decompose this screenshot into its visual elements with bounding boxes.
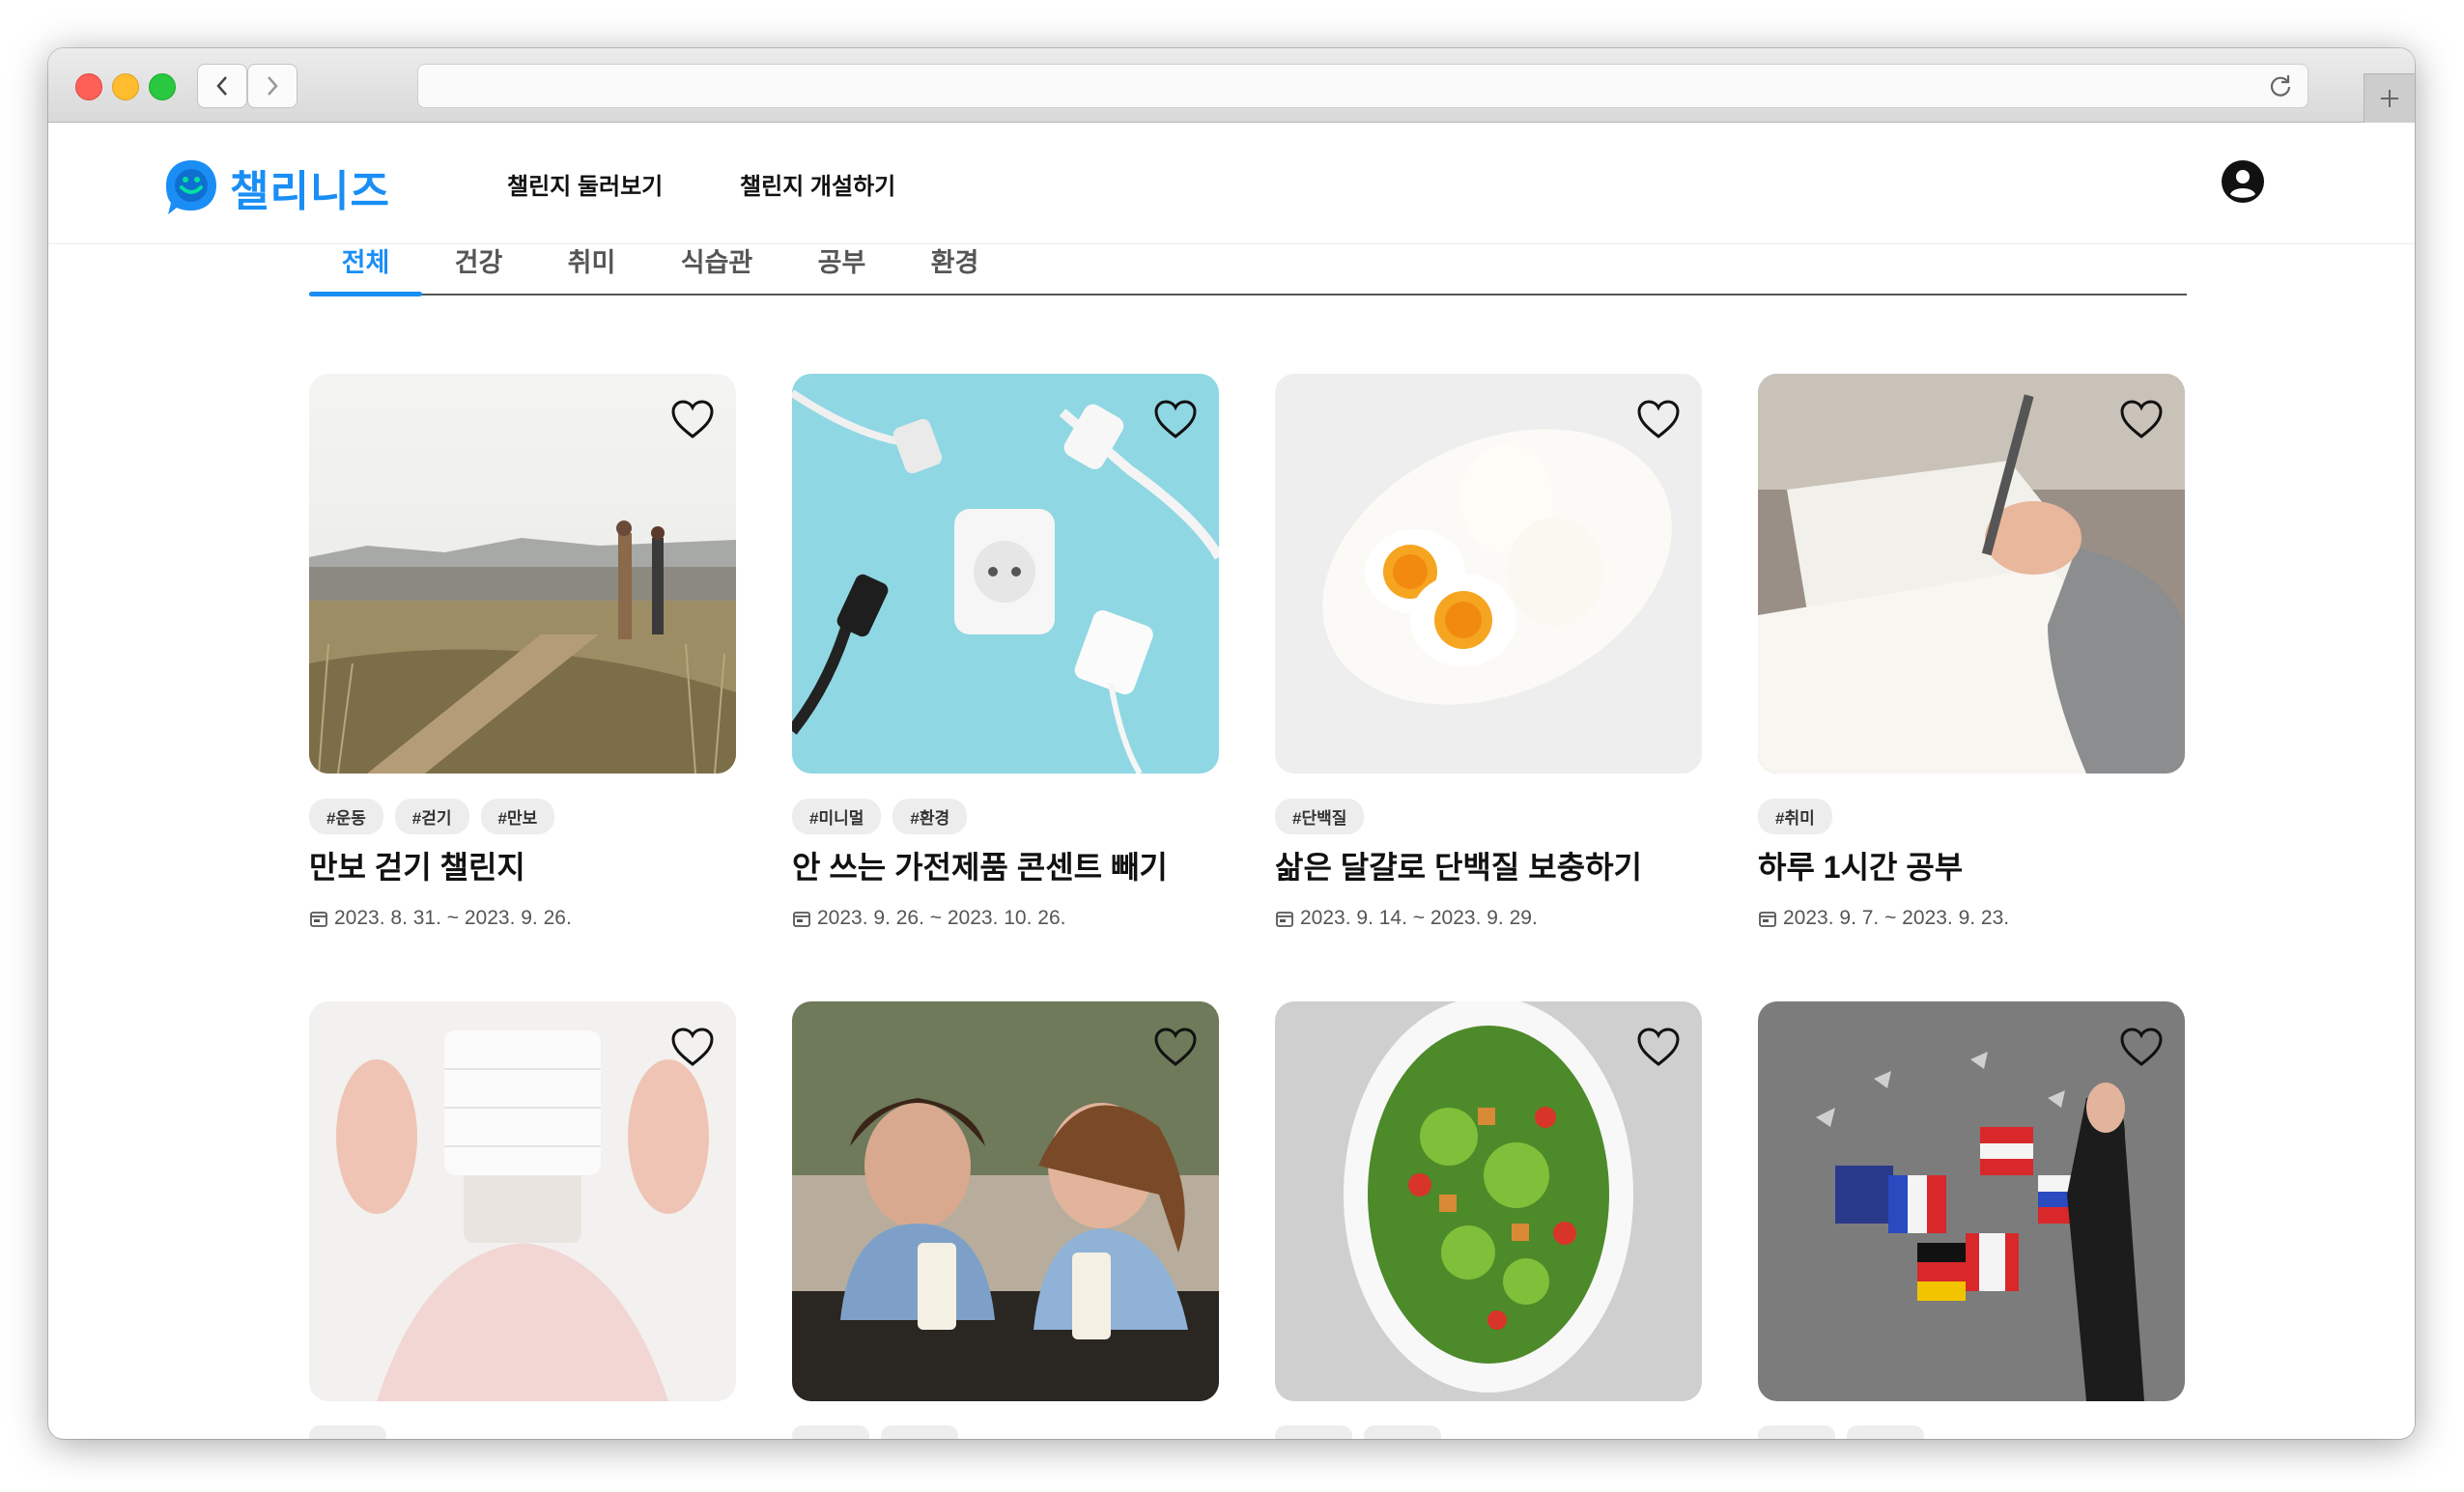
nav-create-challenge[interactable]: 챌린지 개설하기 (740, 167, 895, 201)
chevron-right-icon (268, 76, 278, 96)
heart-icon[interactable] (1153, 1027, 1198, 1067)
tag[interactable]: #미니멀 (792, 799, 882, 834)
date-range: 2023. 9. 14. ~ 2023. 9. 29. (1300, 907, 1538, 929)
new-tab-button[interactable] (2364, 73, 2415, 123)
challenge-card[interactable]: #운동 #걷기 #만보 만보 걷기 챌린지 2023. 8. 31. ~ 202… (309, 374, 736, 929)
user-avatar-icon (2222, 160, 2264, 203)
challenge-period: 2023. 9. 7. ~ 2023. 9. 23. (1758, 907, 2009, 930)
challenge-thumbnail-mask[interactable] (309, 1001, 736, 1401)
tag[interactable] (1758, 1425, 1835, 1439)
challenge-thumbnail-study[interactable] (1758, 374, 2185, 774)
tag-list-partial (1275, 1425, 1441, 1439)
tag-list: #운동 #걷기 #만보 (309, 799, 555, 834)
challenge-card[interactable]: #미니멀 #환경 안 쓰는 가전제품 콘센트 빼기 2023. 9. 26. ~… (792, 374, 1219, 929)
browser-titlebar (48, 48, 2415, 123)
challenge-card[interactable] (1758, 1001, 2185, 1401)
challenge-card[interactable] (309, 1001, 736, 1401)
challenge-card[interactable] (792, 1001, 1219, 1401)
challenge-card[interactable]: #단백질 삶은 달걀로 단백질 보충하기 2023. 9. 14. ~ 2023… (1275, 374, 1702, 929)
tag-list-partial (309, 1425, 386, 1439)
tag-list-partial (1758, 1425, 1924, 1439)
tag[interactable] (881, 1425, 958, 1439)
minimize-window-button[interactable] (112, 73, 139, 100)
brand-logo[interactable]: 챌리니즈 (162, 154, 390, 221)
tag[interactable] (1275, 1425, 1352, 1439)
date-range: 2023. 9. 7. ~ 2023. 9. 23. (1783, 907, 2010, 929)
challenge-thumbnail-salad[interactable] (1275, 1001, 1702, 1401)
heart-icon[interactable] (1636, 399, 1681, 439)
calendar-icon (1276, 912, 1293, 927)
tab-study[interactable]: 공부 (785, 243, 898, 294)
calendar-icon (1759, 912, 1776, 927)
site-header: 챌리니즈 챌린지 둘러보기 챌린지 개설하기 (48, 123, 2415, 244)
challenge-thumbnail-eggs[interactable] (1275, 374, 1702, 774)
challenge-thumbnail-languages[interactable] (1758, 1001, 2185, 1401)
maximize-window-button[interactable] (149, 73, 176, 100)
tag-list: #단백질 (1275, 799, 1365, 834)
profile-button[interactable] (2220, 158, 2266, 209)
challenge-title[interactable]: 하루 1시간 공부 (1758, 843, 1963, 887)
challenge-period: 2023. 8. 31. ~ 2023. 9. 26. (309, 907, 572, 930)
tag-list-partial (792, 1425, 958, 1439)
tag-list: #취미 (1758, 799, 1832, 834)
challenge-title[interactable]: 안 쓰는 가전제품 콘센트 빼기 (792, 843, 1168, 887)
challenge-card[interactable] (1275, 1001, 1702, 1401)
challenge-period: 2023. 9. 14. ~ 2023. 9. 29. (1275, 907, 1538, 930)
tag[interactable]: #만보 (480, 799, 555, 834)
calendar-icon (310, 912, 327, 927)
calendar-icon (793, 912, 810, 927)
chevron-left-icon (216, 76, 227, 96)
challenge-card[interactable]: #취미 하루 1시간 공부 2023. 9. 7. ~ 2023. 9. 23. (1758, 374, 2185, 929)
challenge-title[interactable]: 만보 걷기 챌린지 (309, 843, 525, 887)
date-range: 2023. 9. 26. ~ 2023. 10. 26. (817, 907, 1066, 929)
tag-list: #미니멀 #환경 (792, 799, 968, 834)
heart-icon[interactable] (670, 1027, 715, 1067)
tag[interactable] (792, 1425, 869, 1439)
tag[interactable]: #취미 (1758, 799, 1832, 834)
date-range: 2023. 8. 31. ~ 2023. 9. 26. (334, 907, 572, 929)
tag[interactable]: #환경 (892, 799, 968, 834)
close-window-button[interactable] (75, 73, 102, 100)
back-button[interactable] (197, 64, 247, 108)
heart-icon[interactable] (670, 399, 715, 439)
tag[interactable]: #운동 (309, 799, 383, 834)
smile-bubble-icon (166, 160, 216, 214)
tag[interactable]: #단백질 (1275, 799, 1365, 834)
tag[interactable]: #걷기 (394, 799, 469, 834)
challenge-title[interactable]: 삶은 달걀로 단백질 보충하기 (1275, 843, 1642, 887)
brand-name: 챌리니즈 (230, 167, 390, 216)
heart-icon[interactable] (2119, 399, 2164, 439)
tag[interactable] (1364, 1425, 1441, 1439)
tab-diet[interactable]: 식습관 (648, 243, 785, 294)
challenge-thumbnail-outlet[interactable] (792, 374, 1219, 774)
nav-browse-challenges[interactable]: 챌린지 둘러보기 (507, 167, 663, 201)
category-tabs: 전체 건강 취미 식습관 공부 환경 (309, 243, 2187, 296)
heart-icon[interactable] (1153, 399, 1198, 439)
browser-window: 챌리니즈 챌린지 둘러보기 챌린지 개설하기 전체 건강 취미 식습관 공부 환… (48, 48, 2415, 1439)
tab-environment[interactable]: 환경 (898, 243, 1011, 294)
challenge-period: 2023. 9. 26. ~ 2023. 10. 26. (792, 907, 1065, 930)
challenge-thumbnail-walking[interactable] (309, 374, 736, 774)
tab-all[interactable]: 전체 (309, 243, 422, 296)
tag[interactable] (309, 1425, 386, 1439)
tag[interactable] (1847, 1425, 1924, 1439)
forward-button[interactable] (247, 64, 297, 108)
heart-icon[interactable] (2119, 1027, 2164, 1067)
tab-hobby[interactable]: 취미 (535, 243, 648, 294)
tab-health[interactable]: 건강 (422, 243, 535, 294)
address-bar[interactable] (417, 64, 2308, 108)
plus-icon (2381, 90, 2398, 107)
challenge-thumbnail-milkshake[interactable] (792, 1001, 1219, 1401)
reload-icon[interactable] (2267, 72, 2294, 99)
heart-icon[interactable] (1636, 1027, 1681, 1067)
